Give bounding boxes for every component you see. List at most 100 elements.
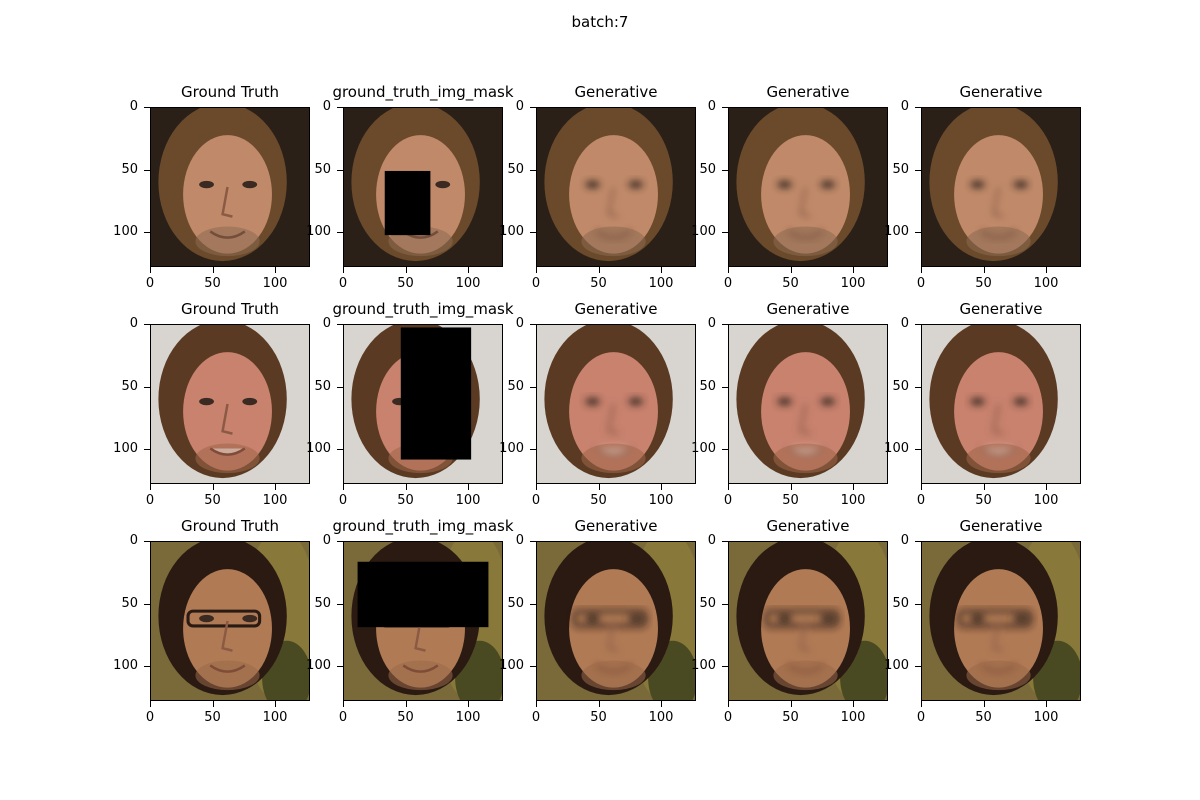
y-tick: [530, 386, 536, 388]
eye-right: [628, 180, 644, 189]
face-image: [343, 324, 503, 484]
x-tick-label: 0: [723, 493, 733, 508]
y-tick-label: 100: [691, 658, 716, 673]
eye-left: [199, 180, 214, 189]
beard-shape: [195, 660, 260, 691]
x-tick-label: 0: [723, 710, 733, 725]
y-tick-label: 50: [314, 161, 331, 177]
x-tick: [212, 701, 214, 707]
y-tick: [722, 386, 728, 388]
x-tick-label: 100: [1033, 493, 1059, 508]
x-tick: [405, 484, 407, 490]
x-tick-label: 0: [916, 276, 926, 291]
y-tick: [722, 603, 728, 605]
x-tick-label: 100: [648, 493, 674, 508]
y-tick: [144, 541, 150, 542]
y-tick-label: 50: [121, 378, 138, 394]
y-tick-label: 100: [884, 224, 909, 239]
x-tick: [275, 701, 276, 707]
x-tick: [598, 267, 600, 273]
x-tick-label: 100: [262, 710, 288, 725]
y-tick-label: 100: [306, 658, 331, 673]
x-tick: [921, 484, 922, 490]
y-tick-label: 100: [499, 658, 524, 673]
y-tick-label: 100: [306, 441, 331, 456]
y-tick: [337, 232, 343, 233]
x-tick: [661, 267, 662, 273]
x-tick: [983, 484, 985, 490]
beard-shape: [581, 226, 646, 257]
x-tick: [853, 484, 854, 490]
face-image: [728, 541, 888, 701]
beard-shape: [581, 660, 646, 691]
y-tick-label: 50: [699, 378, 716, 394]
eye-right: [1013, 397, 1029, 406]
beard-shape: [773, 443, 838, 474]
face-image: [536, 324, 696, 484]
x-tick-label: 50: [590, 710, 607, 725]
y-tick-label: 0: [129, 316, 138, 331]
x-tick: [853, 267, 854, 273]
x-tick: [728, 484, 729, 490]
y-tick: [337, 386, 343, 388]
y-tick: [337, 107, 343, 108]
x-tick-label: 50: [204, 276, 221, 291]
x-tick: [1046, 701, 1047, 707]
x-tick-label: 0: [916, 710, 926, 725]
y-tick: [915, 666, 921, 667]
eye-left: [199, 397, 214, 406]
x-tick: [536, 267, 537, 273]
y-tick: [530, 603, 536, 605]
y-tick: [530, 169, 536, 171]
eye-right: [820, 397, 836, 406]
y-tick: [337, 541, 343, 542]
y-tick: [144, 603, 150, 605]
y-tick-label: 0: [900, 99, 909, 114]
y-tick: [144, 107, 150, 108]
face-image: [536, 107, 696, 267]
x-tick: [536, 484, 537, 490]
subplot-panel: Generative 0 0 50 50 100 100: [884, 517, 1081, 786]
x-tick-label: 50: [590, 276, 607, 291]
x-tick: [536, 701, 537, 707]
x-tick-label: 100: [1033, 276, 1059, 291]
eye-left: [585, 397, 600, 406]
y-tick: [915, 107, 921, 108]
x-tick-label: 50: [782, 276, 799, 291]
face-image: [150, 107, 310, 267]
beard-shape: [966, 660, 1031, 691]
x-tick-label: 0: [916, 493, 926, 508]
x-tick: [598, 484, 600, 490]
y-tick: [530, 324, 536, 325]
x-tick: [212, 267, 214, 273]
y-tick: [915, 324, 921, 325]
x-tick: [921, 701, 922, 707]
y-tick: [722, 232, 728, 233]
x-tick: [790, 701, 792, 707]
face-image: [728, 324, 888, 484]
subplot-panel: Generative 0 0 50 50 100 100: [499, 517, 696, 786]
y-tick-label: 0: [515, 533, 524, 548]
face-image: [536, 541, 696, 701]
eye-right: [820, 180, 836, 189]
y-tick: [530, 107, 536, 108]
x-tick: [661, 701, 662, 707]
y-tick-label: 50: [314, 378, 331, 394]
y-tick: [915, 541, 921, 542]
x-tick: [728, 701, 729, 707]
mask-rectangle: [384, 170, 431, 236]
x-tick-label: 50: [975, 710, 992, 725]
x-tick: [150, 701, 151, 707]
y-tick-label: 50: [507, 378, 524, 394]
x-tick: [468, 484, 469, 490]
y-tick: [915, 386, 921, 388]
x-tick-label: 50: [975, 276, 992, 291]
y-tick-label: 50: [892, 161, 909, 177]
beard-shape: [195, 226, 260, 257]
eye-left: [585, 614, 600, 623]
x-tick: [661, 484, 662, 490]
y-tick-label: 50: [121, 161, 138, 177]
y-tick-label: 0: [900, 316, 909, 331]
x-tick: [212, 484, 214, 490]
eye-left: [199, 614, 214, 623]
